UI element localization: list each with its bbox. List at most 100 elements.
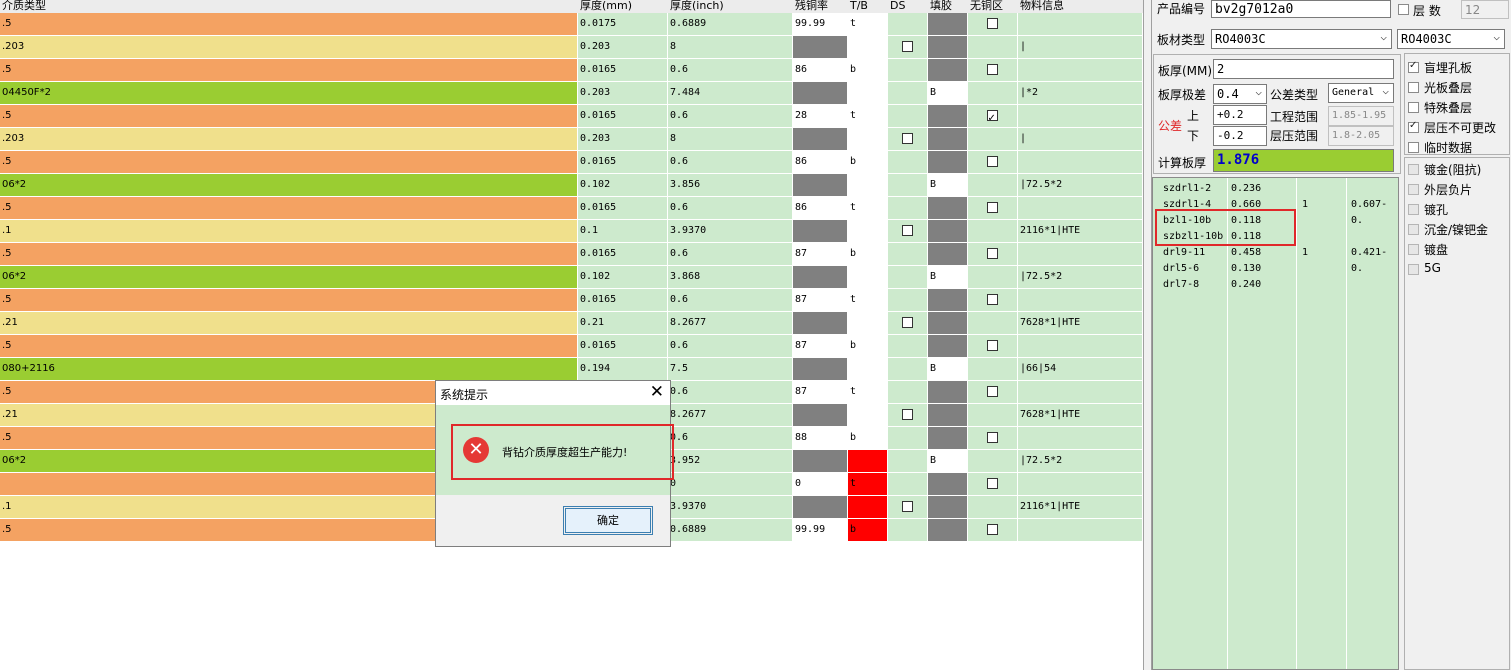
cell-thickness-inch[interactable]: 3.9370 [668,496,793,519]
ds-checkbox[interactable] [901,317,913,328]
option-checkbox[interactable] [1408,184,1419,195]
cell-copper-rate[interactable]: 87 [793,243,848,266]
cell-no-copper[interactable] [968,404,1018,427]
col-header-tb[interactable]: T/B [848,0,888,13]
col-header-material[interactable]: 物料信息 [1018,0,1143,13]
cell-no-copper[interactable] [968,381,1018,404]
table-row[interactable]: .203 0.203 8 | [0,128,1143,151]
col-header-mm[interactable]: 厚度(mm) [578,0,668,13]
cell-type[interactable]: .203 [0,128,578,151]
cell-type[interactable]: .5 [0,59,578,82]
cell-tb[interactable] [848,82,888,105]
cell-thickness-mm[interactable]: 0.0165 [578,335,668,358]
table-row[interactable]: .5 0.0165 0.6 87 b [0,335,1143,358]
drill-row[interactable]: drl7-8 0.240 [1153,277,1398,293]
cell-no-copper[interactable] [968,496,1018,519]
cell-material[interactable]: 7628*1|HTE [1018,404,1143,427]
cell-ds[interactable] [888,220,928,243]
dialog-titlebar[interactable]: 系统提示 ✕ [436,381,670,405]
cell-thickness-inch[interactable]: 0.6 [668,59,793,82]
option-checkbox[interactable] [1408,120,1419,133]
cell-no-copper[interactable] [968,197,1018,220]
cell-tb[interactable]: t [848,13,888,36]
option-checkbox[interactable] [1408,224,1419,235]
cell-no-copper[interactable] [968,151,1018,174]
cell-thickness-inch[interactable]: 0.6 [668,427,793,450]
table-row[interactable]: 06*2 0.102 3.868 B |72.5*2 [0,266,1143,289]
cell-copper-rate[interactable] [793,496,848,519]
table-row[interactable]: .21 0.21 8.2677 7628*1|HTE [0,312,1143,335]
cell-material[interactable] [1018,427,1143,450]
cell-no-copper[interactable] [968,266,1018,289]
cell-copper-rate[interactable] [793,312,848,335]
cell-thickness-inch[interactable]: 0 [668,473,793,496]
cell-ds[interactable] [888,243,928,266]
cell-ds[interactable] [888,312,928,335]
cell-copper-rate[interactable]: 86 [793,59,848,82]
no-copper-checkbox[interactable] [986,340,998,351]
option-5[interactable]: 镀金(阻抗) [1406,160,1511,180]
cell-copper-rate[interactable] [793,36,848,59]
cell-thickness-mm[interactable]: 0.21 [578,312,668,335]
cell-copper-rate[interactable]: 87 [793,289,848,312]
cell-type[interactable]: .5 [0,151,578,174]
cell-material[interactable]: 2116*1|HTE [1018,220,1143,243]
cell-fill[interactable]: B [928,174,968,197]
panel-splitter[interactable] [1143,0,1152,670]
ds-checkbox[interactable] [901,501,913,512]
col-header-fill[interactable]: 填胶 [928,0,968,13]
cell-fill[interactable]: B [928,358,968,381]
cell-tb[interactable]: b [848,335,888,358]
cell-ds[interactable] [888,128,928,151]
cell-copper-rate[interactable]: 86 [793,197,848,220]
cell-thickness-inch[interactable]: 3.856 [668,174,793,197]
cell-material[interactable]: |*2 [1018,82,1143,105]
cell-fill[interactable]: B [928,82,968,105]
table-row[interactable]: 080+2116 0.194 7.5 B |66|54 [0,358,1143,381]
cell-fill[interactable] [928,36,968,59]
option-checkbox[interactable] [1408,264,1419,275]
cell-thickness-inch[interactable]: 8 [668,36,793,59]
cell-no-copper[interactable] [968,59,1018,82]
cell-tb[interactable]: t [848,473,888,496]
no-copper-checkbox[interactable] [986,386,998,397]
cell-fill[interactable] [928,197,968,220]
cell-copper-rate[interactable] [793,82,848,105]
drill-row[interactable]: szdrl1-4 0.660 1 0.607-0. [1153,197,1398,226]
option-checkbox[interactable] [1408,60,1419,73]
ds-checkbox[interactable] [901,409,913,420]
cell-thickness-inch[interactable]: 0.6 [668,243,793,266]
cell-ds[interactable] [888,82,928,105]
ds-checkbox[interactable] [901,225,913,236]
ok-button[interactable]: 确定 [563,506,653,535]
cell-no-copper[interactable] [968,13,1018,36]
cell-fill[interactable] [928,427,968,450]
cell-copper-rate[interactable]: 0 [793,473,848,496]
table-row[interactable]: .1 0.1 3.9370 2116*1|HTE [0,220,1143,243]
option-6[interactable]: 外层负片 [1406,180,1511,200]
cell-material[interactable]: |72.5*2 [1018,450,1143,473]
cell-fill[interactable] [928,59,968,82]
option-1[interactable]: 光板叠层 [1406,78,1511,98]
cell-thickness-inch[interactable]: 0.6 [668,105,793,128]
cell-fill[interactable] [928,289,968,312]
drill-row[interactable]: drl5-6 0.130 [1153,261,1398,277]
cell-material[interactable] [1018,519,1143,542]
cell-ds[interactable] [888,358,928,381]
cell-tb[interactable] [848,266,888,289]
cell-no-copper[interactable] [968,289,1018,312]
cell-copper-rate[interactable] [793,358,848,381]
cell-ds[interactable] [888,519,928,542]
cell-tb[interactable]: b [848,427,888,450]
cell-type[interactable]: .21 [0,312,578,335]
cell-no-copper[interactable] [968,82,1018,105]
cell-no-copper[interactable] [968,427,1018,450]
cell-thickness-mm[interactable]: 0.102 [578,266,668,289]
no-copper-checkbox[interactable] [986,248,998,259]
cell-tb[interactable]: b [848,151,888,174]
table-row[interactable]: .5 0.0165 0.6 86 t [0,197,1143,220]
no-copper-checkbox[interactable] [986,64,998,75]
cell-fill[interactable] [928,519,968,542]
cell-no-copper[interactable] [968,473,1018,496]
cell-type[interactable]: .5 [0,335,578,358]
